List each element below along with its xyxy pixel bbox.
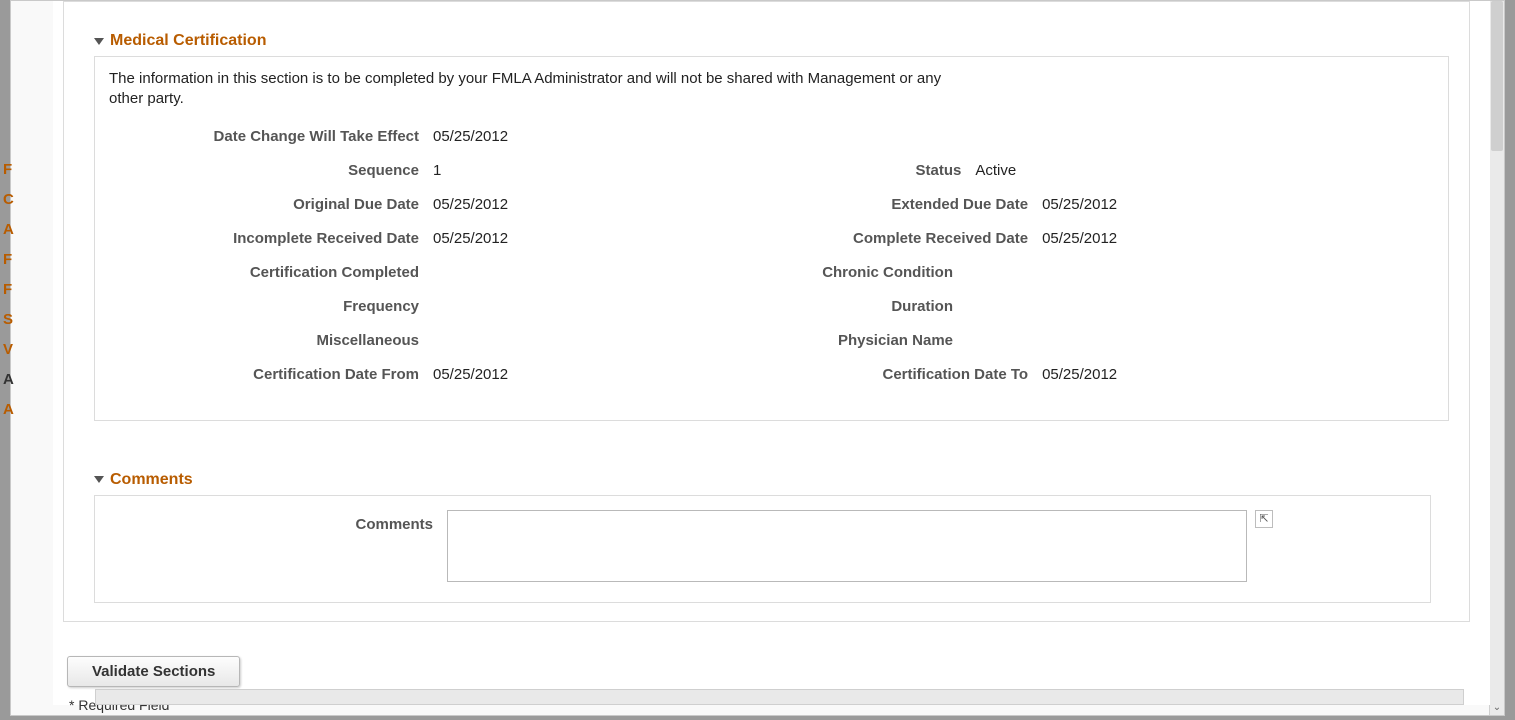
expand-textarea-icon[interactable]: ⇱ [1255, 510, 1273, 528]
value-sequence: 1 [433, 162, 441, 179]
label-sequence: Sequence [109, 162, 433, 179]
label-chronic: Chronic Condition [433, 264, 967, 281]
value-incomplete-recv: 05/25/2012 [433, 230, 508, 247]
label-frequency: Frequency [109, 298, 433, 315]
label-physician: Physician Name [433, 332, 967, 349]
label-comments: Comments [113, 510, 447, 533]
label-original-due: Original Due Date [109, 196, 433, 213]
label-date-change: Date Change Will Take Effect [109, 128, 433, 145]
label-cert-completed: Certification Completed [109, 264, 433, 281]
medical-certification-panel: The information in this section is to be… [94, 56, 1449, 421]
label-cert-from: Certification Date From [109, 366, 433, 383]
section-info-text: The information in this section is to be… [109, 69, 979, 110]
scroll-thumb[interactable] [1491, 1, 1503, 151]
label-complete-recv: Complete Received Date [508, 230, 1042, 247]
scroll-down-arrow-icon[interactable]: ⌄ [1491, 701, 1503, 713]
horizontal-scrollbar[interactable] [95, 689, 1464, 705]
section-toggle-medical[interactable]: Medical Certification [94, 32, 1469, 50]
value-cert-from: 05/25/2012 [433, 366, 508, 383]
obscured-sidebar: FCAFFSVAA [3, 161, 23, 431]
vertical-scrollbar[interactable]: ⌄ [1489, 1, 1504, 715]
section-toggle-comments[interactable]: Comments [94, 471, 1469, 489]
label-duration: Duration [433, 298, 967, 315]
label-incomplete-recv: Incomplete Received Date [109, 230, 433, 247]
value-original-due: 05/25/2012 [433, 196, 508, 213]
value-date-change: 05/25/2012 [433, 128, 508, 145]
label-misc: Miscellaneous [109, 332, 433, 349]
label-status: Status [441, 162, 975, 179]
validate-sections-button[interactable]: Validate Sections [67, 656, 240, 687]
collapse-triangle-icon [94, 38, 104, 45]
label-extended-due: Extended Due Date [508, 196, 1042, 213]
label-cert-to: Certification Date To [508, 366, 1042, 383]
value-complete-recv: 05/25/2012 [1042, 230, 1182, 247]
value-status: Active [975, 162, 1115, 179]
form-container: Medical Certification The information in… [63, 1, 1470, 622]
section-title-medical: Medical Certification [110, 32, 266, 50]
comments-textarea[interactable] [447, 510, 1247, 582]
value-cert-to: 05/25/2012 [1042, 366, 1182, 383]
comments-panel: Comments ⇱ [94, 495, 1431, 603]
value-extended-due: 05/25/2012 [1042, 196, 1182, 213]
collapse-triangle-icon [94, 476, 104, 483]
section-title-comments: Comments [110, 471, 193, 489]
